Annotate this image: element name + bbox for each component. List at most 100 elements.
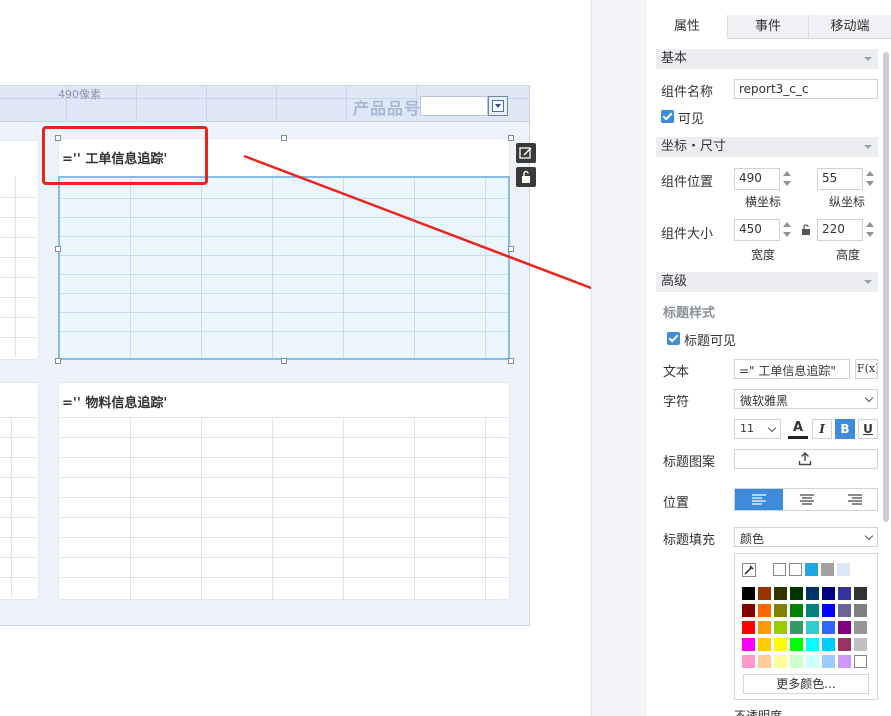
color-swatch[interactable]: [758, 655, 771, 668]
color-swatch-recent[interactable]: [821, 563, 834, 576]
panel-divider: [591, 0, 647, 716]
color-swatch[interactable]: [838, 621, 851, 634]
color-swatch[interactable]: [822, 655, 835, 668]
font-family-select[interactable]: 微软雅黑: [734, 389, 878, 409]
title-fill-value: 颜色: [740, 532, 765, 546]
color-swatch[interactable]: [838, 638, 851, 651]
color-swatch[interactable]: [838, 587, 851, 600]
chevron-down-icon: [864, 531, 874, 541]
color-swatch[interactable]: [742, 587, 755, 600]
color-swatch[interactable]: [742, 638, 755, 651]
color-swatch[interactable]: [806, 587, 819, 600]
color-swatch-recent[interactable]: [789, 563, 802, 576]
color-swatch[interactable]: [742, 621, 755, 634]
color-swatch[interactable]: [806, 638, 819, 651]
component-name-input[interactable]: report3_c_c: [734, 79, 878, 99]
color-swatch[interactable]: [854, 655, 867, 668]
color-swatch[interactable]: [822, 638, 835, 651]
resize-handle-w[interactable]: [55, 246, 61, 252]
color-swatch[interactable]: [854, 587, 867, 600]
align-center-icon[interactable]: [783, 489, 831, 510]
annotation-highlight-box: [42, 126, 208, 185]
unlock-icon[interactable]: [516, 167, 536, 187]
x-coordinate-stepper[interactable]: [780, 168, 794, 190]
italic-button[interactable]: I: [812, 419, 832, 439]
visible-checkbox[interactable]: [661, 110, 674, 123]
color-swatch[interactable]: [806, 604, 819, 617]
section-advanced[interactable]: 高级: [656, 272, 878, 292]
color-swatch[interactable]: [774, 604, 787, 617]
formula-button[interactable]: F(x): [855, 359, 878, 379]
title-text-input[interactable]: =" 工单信息追踪": [734, 359, 850, 379]
align-right-icon[interactable]: [831, 489, 879, 510]
color-swatch-recent[interactable]: [805, 563, 818, 576]
section-basic[interactable]: 基本: [656, 49, 878, 69]
title-fill-select[interactable]: 颜色: [734, 527, 878, 547]
lock-icon[interactable]: [800, 223, 812, 237]
color-swatch[interactable]: [758, 621, 771, 634]
height-stepper[interactable]: [863, 219, 877, 241]
width-stepper[interactable]: [780, 219, 794, 241]
y-coordinate-input[interactable]: 55: [817, 168, 863, 190]
color-swatch[interactable]: [758, 587, 771, 600]
resize-handle-s[interactable]: [281, 358, 287, 364]
color-swatch[interactable]: [774, 655, 787, 668]
color-swatch[interactable]: [758, 638, 771, 651]
color-swatch[interactable]: [758, 604, 771, 617]
color-swatch[interactable]: [774, 621, 787, 634]
text-color-button[interactable]: A: [788, 419, 808, 439]
resize-handle-n[interactable]: [281, 135, 287, 141]
color-swatch[interactable]: [790, 638, 803, 651]
product-number-input[interactable]: [420, 96, 488, 116]
color-swatch[interactable]: [822, 604, 835, 617]
color-swatch[interactable]: [742, 655, 755, 668]
property-panel-scrollbar[interactable]: [883, 52, 889, 522]
color-swatch-recent[interactable]: [773, 563, 786, 576]
color-swatch[interactable]: [790, 587, 803, 600]
title-visible-checkbox[interactable]: [667, 332, 680, 345]
tab-mobile[interactable]: 移动端: [809, 15, 891, 39]
eyedropper-icon[interactable]: [742, 563, 756, 577]
material-panel[interactable]: ='' 物料信息追踪': [58, 382, 510, 600]
left-top-panel[interactable]: [0, 140, 39, 360]
x-coordinate-input[interactable]: 490: [734, 168, 780, 190]
color-swatch[interactable]: [838, 655, 851, 668]
color-swatch[interactable]: [790, 621, 803, 634]
work-order-grid[interactable]: [60, 178, 508, 358]
resize-handle-ne[interactable]: [508, 135, 514, 141]
resize-handle-sw[interactable]: [55, 358, 61, 364]
product-number-dropdown-button[interactable]: [488, 96, 508, 116]
color-swatch[interactable]: [854, 604, 867, 617]
y-coordinate-stepper[interactable]: [863, 168, 877, 190]
left-bottom-grid: [0, 417, 37, 597]
section-position-size[interactable]: 坐标・尺寸: [656, 137, 878, 157]
left-bottom-panel[interactable]: [0, 382, 39, 600]
resize-handle-se[interactable]: [508, 358, 514, 364]
color-swatch[interactable]: [854, 638, 867, 651]
tab-properties[interactable]: 属性: [647, 15, 728, 39]
color-swatch[interactable]: [806, 655, 819, 668]
width-input[interactable]: 450: [734, 219, 780, 241]
font-size-select[interactable]: 11: [734, 419, 781, 439]
color-swatch-recent[interactable]: [837, 563, 850, 576]
tab-events[interactable]: 事件: [728, 15, 809, 39]
color-swatch[interactable]: [774, 638, 787, 651]
bold-button[interactable]: B: [835, 419, 855, 439]
color-swatch[interactable]: [854, 621, 867, 634]
color-swatch[interactable]: [838, 604, 851, 617]
more-colors-button[interactable]: 更多颜色...: [743, 674, 869, 694]
color-swatch[interactable]: [806, 621, 819, 634]
color-swatch[interactable]: [822, 587, 835, 600]
height-input[interactable]: 220: [817, 219, 863, 241]
color-swatch[interactable]: [742, 604, 755, 617]
edit-icon[interactable]: [516, 143, 536, 163]
align-left-icon[interactable]: [735, 489, 783, 510]
color-swatch[interactable]: [822, 621, 835, 634]
title-pattern-upload-button[interactable]: [734, 449, 878, 469]
color-swatch[interactable]: [774, 587, 787, 600]
color-swatch[interactable]: [790, 604, 803, 617]
underline-button[interactable]: U: [858, 419, 878, 439]
color-swatch[interactable]: [790, 655, 803, 668]
left-top-grid: [0, 177, 37, 357]
resize-handle-e[interactable]: [508, 246, 514, 252]
